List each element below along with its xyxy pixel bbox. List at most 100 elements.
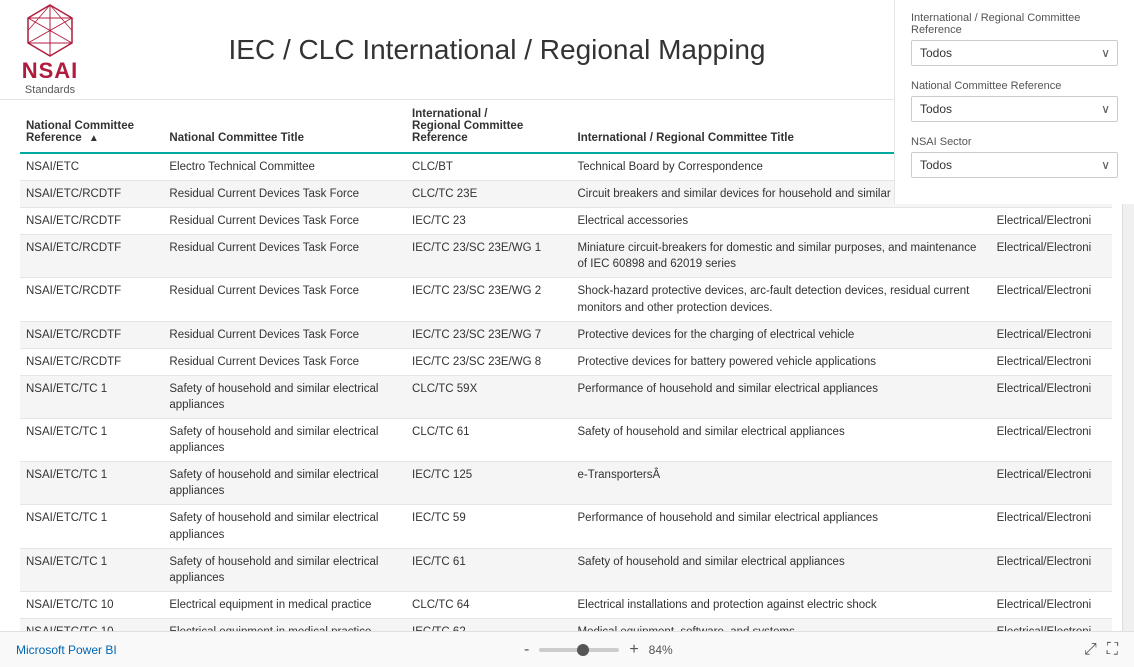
cell-intl_ref: CLC/TC 61 [406, 419, 571, 462]
cell-nat_title: Residual Current Devices Task Force [163, 235, 406, 278]
cell-nat_ref: NSAI/ETC/TC 1 [20, 505, 163, 548]
cell-nsai_sector: Electrical/Electroni [991, 505, 1112, 548]
logo-area: NSAI Standards [20, 3, 80, 96]
cell-nat_title: Residual Current Devices Task Force [163, 278, 406, 321]
cell-nat_ref: NSAI/ETC/RCDTF [20, 278, 163, 321]
cell-nat_ref: NSAI/ETC/RCDTF [20, 348, 163, 375]
cell-intl_ref: IEC/TC 23/SC 23E/WG 8 [406, 348, 571, 375]
cell-nat_title: Safety of household and similar electric… [163, 548, 406, 591]
col-header-nat-ref[interactable]: National CommitteeReference ▲ [20, 100, 163, 153]
intl-filter-label: International / Regional Committee Refer… [911, 12, 1118, 36]
table-row: NSAI/ETC/RCDTFResidual Current Devices T… [20, 348, 1112, 375]
powerbi-link[interactable]: Microsoft Power BI [16, 643, 117, 657]
cell-nat_ref: NSAI/ETC [20, 153, 163, 181]
table-row: NSAI/ETC/TC 1Safety of household and sim… [20, 462, 1112, 505]
filters-panel: International / Regional Committee Refer… [894, 0, 1134, 204]
cell-nsai_sector: Electrical/Electroni [991, 321, 1112, 348]
table-row: NSAI/ETC/TC 1Safety of household and sim… [20, 548, 1112, 591]
cell-nat_ref: NSAI/ETC/TC 1 [20, 548, 163, 591]
table-row: NSAI/ETC/TC 10Electrical equipment in me… [20, 591, 1112, 618]
cell-intl_title: Shock-hazard protective devices, arc-fau… [572, 278, 991, 321]
col-header-nat-title[interactable]: National Committee Title [163, 100, 406, 153]
nsai-sector-filter-label: NSAI Sector [911, 136, 1118, 148]
cell-intl_ref: IEC/TC 62 [406, 618, 571, 631]
zoom-controls: - + 84% [520, 641, 681, 659]
cell-intl_title: Electrical accessories [572, 208, 991, 235]
nsai-sector-filter-select[interactable]: Todos [911, 152, 1118, 178]
national-filter-select-wrap[interactable]: Todos [911, 96, 1118, 122]
cell-nat_ref: NSAI/ETC/TC 10 [20, 591, 163, 618]
cell-nsai_sector: Electrical/Electroni [991, 208, 1112, 235]
header-main: IEC / CLC International / Regional Mappi… [120, 34, 874, 66]
cell-nat_title: Safety of household and similar electric… [163, 505, 406, 548]
zoom-in-button[interactable]: + [625, 641, 642, 659]
zoom-out-button[interactable]: - [520, 641, 533, 659]
nsai-sector-filter-select-wrap[interactable]: Todos [911, 152, 1118, 178]
cell-nat_title: Electro Technical Committee [163, 153, 406, 181]
page-title: IEC / CLC International / Regional Mappi… [120, 34, 874, 66]
cell-intl_ref: IEC/TC 61 [406, 548, 571, 591]
intl-filter-select-wrap[interactable]: Todos [911, 40, 1118, 66]
cell-nat_title: Residual Current Devices Task Force [163, 208, 406, 235]
zoom-slider[interactable] [539, 648, 619, 652]
cell-intl_title: Safety of household and similar electric… [572, 419, 991, 462]
cell-nat_title: Electrical equipment in medical practice [163, 591, 406, 618]
table-body: NSAI/ETCElectro Technical CommitteeCLC/B… [20, 153, 1112, 631]
table-row: NSAI/ETC/RCDTFResidual Current Devices T… [20, 321, 1112, 348]
cell-nsai_sector: Electrical/Electroni [991, 348, 1112, 375]
cell-nat_title: Safety of household and similar electric… [163, 419, 406, 462]
table-row: NSAI/ETC/RCDTFResidual Current Devices T… [20, 208, 1112, 235]
col-header-intl-ref[interactable]: International /Regional CommitteeReferen… [406, 100, 571, 153]
bottom-icons: ⤢ ⛶ [1084, 641, 1118, 659]
bottom-bar: Microsoft Power BI - + 84% ⤢ ⛶ [0, 631, 1134, 667]
cell-intl_ref: IEC/TC 23 [406, 208, 571, 235]
cell-intl_title: Performance of household and similar ele… [572, 505, 991, 548]
cell-nsai_sector: Electrical/Electroni [991, 235, 1112, 278]
table-row: NSAI/ETC/TC 1Safety of household and sim… [20, 375, 1112, 418]
cell-nsai_sector: Electrical/Electroni [991, 618, 1112, 631]
cell-nsai_sector: Electrical/Electroni [991, 548, 1112, 591]
cell-nat_title: Residual Current Devices Task Force [163, 321, 406, 348]
table-row: NSAI/ETC/RCDTFResidual Current Devices T… [20, 278, 1112, 321]
nsai-logo-icon [20, 3, 80, 58]
cell-intl_title: Performance of household and similar ele… [572, 375, 991, 418]
table-row: NSAI/ETC/TC 1Safety of household and sim… [20, 419, 1112, 462]
cell-nat_ref: NSAI/ETC/TC 1 [20, 375, 163, 418]
sort-icon: ▲ [89, 133, 99, 144]
cell-nat_title: Electrical equipment in medical practice [163, 618, 406, 631]
zoom-level: 84% [649, 643, 681, 657]
cell-intl_ref: CLC/TC 59X [406, 375, 571, 418]
cell-intl_ref: IEC/TC 23/SC 23E/WG 1 [406, 235, 571, 278]
zoom-slider-thumb[interactable] [577, 644, 589, 656]
cell-nat_ref: NSAI/ETC/RCDTF [20, 181, 163, 208]
cell-nsai_sector: Electrical/Electroni [991, 591, 1112, 618]
cell-intl_ref: CLC/BT [406, 153, 571, 181]
cell-nat_ref: NSAI/ETC/TC 1 [20, 462, 163, 505]
cell-nsai_sector: Electrical/Electroni [991, 419, 1112, 462]
table-row: NSAI/ETC/RCDTFResidual Current Devices T… [20, 235, 1112, 278]
cell-intl_ref: IEC/TC 59 [406, 505, 571, 548]
logo-brand: NSAI [22, 58, 79, 84]
cell-nat_title: Safety of household and similar electric… [163, 375, 406, 418]
cell-nsai_sector: Electrical/Electroni [991, 278, 1112, 321]
cell-nsai_sector: Electrical/Electroni [991, 375, 1112, 418]
cell-nat_ref: NSAI/ETC/RCDTF [20, 235, 163, 278]
cell-intl_ref: IEC/TC 125 [406, 462, 571, 505]
filter-group-intl: International / Regional Committee Refer… [911, 12, 1118, 66]
logo-subtitle: Standards [25, 84, 75, 96]
table-row: NSAI/ETC/TC 1Safety of household and sim… [20, 505, 1112, 548]
cell-nat_title: Residual Current Devices Task Force [163, 181, 406, 208]
cell-intl_title: e-TransportersÂ [572, 462, 991, 505]
intl-filter-select[interactable]: Todos [911, 40, 1118, 66]
cell-intl_title: Safety of household and similar electric… [572, 548, 991, 591]
national-filter-label: National Committee Reference [911, 80, 1118, 92]
cell-nat_ref: NSAI/ETC/TC 1 [20, 419, 163, 462]
fullscreen-icon[interactable]: ⛶ [1107, 641, 1118, 659]
cell-intl_ref: CLC/TC 64 [406, 591, 571, 618]
national-filter-select[interactable]: Todos [911, 96, 1118, 122]
table-row: NSAI/ETC/TC 10Electrical equipment in me… [20, 618, 1112, 631]
share-icon[interactable]: ⤢ [1084, 641, 1097, 659]
cell-nat_ref: NSAI/ETC/RCDTF [20, 208, 163, 235]
cell-intl_ref: CLC/TC 23E [406, 181, 571, 208]
cell-intl_title: Miniature circuit-breakers for domestic … [572, 235, 991, 278]
